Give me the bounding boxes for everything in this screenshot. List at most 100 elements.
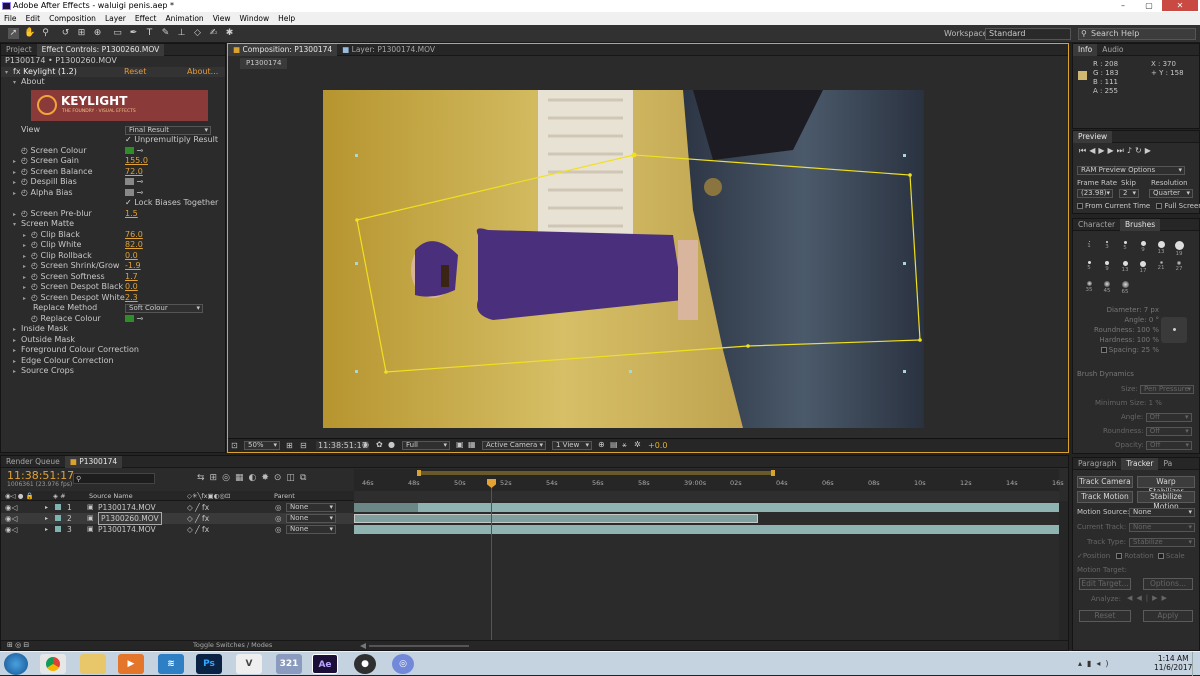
menu-effect[interactable]: Effect [135, 14, 157, 23]
source-name-header[interactable]: Source Name [89, 491, 133, 501]
rotation-checkbox[interactable] [1116, 553, 1123, 559]
shrink-value[interactable]: -1.9 [125, 261, 141, 272]
after-effects-taskbar-icon[interactable]: Ae [312, 654, 338, 674]
expand-icon[interactable]: ▸ [45, 513, 48, 524]
reset-track-button[interactable]: Reset [1079, 610, 1131, 622]
resolution-select[interactable]: Full [402, 441, 450, 450]
region-icon[interactable]: ▣ [456, 440, 464, 449]
brush-tip[interactable]: 5 [1117, 239, 1133, 258]
layer-row[interactable]: ◉◁ ▸ 2 ▣ P1300260.MOV ◇ ╱ fx ◎ None [1, 512, 354, 525]
calendar-icon[interactable]: 321 [276, 654, 302, 674]
stopwatch-icon[interactable]: ◴ [21, 167, 28, 176]
parent-select[interactable]: None [286, 525, 336, 534]
clone-stamp-tool-icon[interactable]: ⊥ [176, 28, 187, 39]
menu-view[interactable]: View [213, 14, 231, 23]
fast-preview-icon[interactable]: ⊕ [598, 440, 605, 449]
options-button[interactable]: Options... [1143, 578, 1193, 590]
warp-stabilizer-button[interactable]: Warp Stabilizer [1137, 476, 1195, 496]
comp-flowchart-tab[interactable]: P1300174 [240, 58, 288, 69]
timeline-scrollbar[interactable] [1059, 501, 1068, 641]
stopwatch-icon[interactable]: ◴ [31, 282, 38, 291]
stopwatch-icon[interactable]: ◴ [31, 272, 38, 281]
views-select[interactable]: 1 View [552, 441, 592, 450]
layer-switches[interactable]: ◇ ╱ fx [187, 524, 209, 535]
layer-name[interactable]: P1300174.MOV [98, 524, 156, 535]
first-frame-icon[interactable]: ⏮ [1079, 146, 1089, 155]
skip-select[interactable]: 2 [1119, 189, 1139, 198]
menu-layer[interactable]: Layer [105, 14, 126, 23]
toggle-switches-button[interactable]: Toggle Switches / Modes [193, 641, 272, 649]
eyedropper-icon[interactable]: ⊸ [137, 177, 144, 186]
clock-time[interactable]: 1:14 AM [1154, 654, 1192, 663]
grid-icon[interactable]: ⊟ [300, 441, 307, 450]
vegas-icon[interactable]: V [236, 654, 262, 674]
mask-path[interactable] [356, 154, 921, 373]
unpremultiply-checkbox[interactable]: Unpremultiply Result [134, 135, 218, 144]
type-tool-icon[interactable]: T [144, 28, 155, 39]
layer-row[interactable]: ◉◁ ▸ 1 ▣ P1300174.MOV ◇ ╱ fx ◎ None [1, 502, 354, 513]
pan-behind-tool-icon[interactable]: ⊕ [92, 28, 103, 39]
menu-composition[interactable]: Composition [49, 14, 96, 23]
stopwatch-icon[interactable]: ◴ [21, 146, 28, 155]
roundness-dyn-select[interactable]: Off [1145, 427, 1192, 436]
eyedropper-icon[interactable]: ⊸ [137, 188, 144, 197]
layer-switches[interactable]: ◇ ╱ fx [187, 513, 209, 524]
menu-file[interactable]: File [4, 14, 17, 23]
work-area-end[interactable] [771, 470, 775, 476]
selection-tool-icon[interactable]: ➚ [8, 28, 19, 39]
brush-tip[interactable]: 1 [1081, 239, 1097, 258]
screen-gain-value[interactable]: 155.0 [125, 156, 148, 167]
always-preview-icon[interactable]: ⊡ [231, 441, 238, 450]
work-area-start[interactable] [417, 470, 421, 476]
roto-brush-tool-icon[interactable]: ✍ [208, 28, 219, 39]
zoom-tool-icon[interactable]: ⚲ [40, 28, 51, 39]
frame-blending-icon[interactable]: ▦ [235, 473, 249, 483]
parent-header[interactable]: Parent [274, 491, 295, 501]
view-select[interactable]: Final Result [125, 125, 211, 135]
channel-icon[interactable]: ● [388, 440, 395, 449]
maximize-button[interactable]: ▢ [1136, 0, 1162, 11]
track-camera-button[interactable]: Track Camera [1077, 476, 1133, 488]
about-group[interactable]: ▾ About [1, 77, 225, 88]
puppet-tool-icon[interactable]: ✱ [224, 28, 235, 39]
label-color[interactable] [55, 504, 61, 510]
graph-toggle-icon[interactable]: ⧉ [300, 473, 311, 483]
zoom-out-icon[interactable] [360, 643, 366, 649]
replace-method-select[interactable]: Soft Colour [125, 304, 203, 313]
from-current-checkbox[interactable] [1077, 203, 1083, 209]
lock-biases-checkbox[interactable]: Lock Biases Together [134, 198, 218, 207]
comp-viewer[interactable] [323, 90, 924, 428]
tab-audio[interactable]: Audio [1097, 44, 1128, 56]
reset-link[interactable]: Reset [124, 67, 146, 78]
layer-row[interactable]: ◉◁ ▸ 3 ▣ P1300174.MOV ◇ ╱ fx ◎ None [1, 524, 354, 535]
pickwhip-icon[interactable]: ◎ [275, 524, 282, 535]
brush-tip[interactable]: 21 [1153, 259, 1169, 278]
tab-effect-controls[interactable]: Effect Controls: P1300260.MOV [36, 43, 165, 56]
loop-icon[interactable]: ↻ [1135, 146, 1145, 155]
label-color[interactable] [55, 515, 61, 521]
analyze-buttons[interactable]: ◀◀|▶▶ [1127, 594, 1171, 602]
ram-preview-select[interactable]: RAM Preview Options [1077, 166, 1185, 175]
tab-character[interactable]: Character [1073, 219, 1120, 231]
brush-tip[interactable]: 19 [1171, 239, 1187, 258]
outside-mask-group[interactable]: ▸ Outside Mask [1, 335, 225, 346]
stopwatch-icon[interactable]: ◴ [31, 251, 38, 260]
workspace-select[interactable]: Standard [985, 28, 1071, 40]
timeline-search-input[interactable]: ⚲ [73, 473, 155, 484]
layer-3-bar[interactable] [354, 525, 1059, 534]
track-type-select[interactable]: Stabilize [1129, 538, 1195, 547]
brush-tip[interactable]: 65 [1117, 279, 1133, 298]
despill-bias-swatch[interactable] [125, 178, 134, 185]
screen-colour-swatch[interactable] [125, 146, 134, 154]
pen-tool-icon[interactable]: ✒ [128, 28, 139, 39]
layer-2-bar[interactable] [354, 514, 758, 523]
brush-tip[interactable]: 3 [1099, 239, 1115, 258]
layer-1-bar[interactable] [354, 503, 1059, 512]
pickwhip-icon[interactable]: ◎ [275, 513, 282, 524]
tab-info[interactable]: Info [1073, 43, 1098, 56]
transparency-grid-icon[interactable]: ▦ [468, 440, 476, 449]
pickwhip-icon[interactable]: ◎ [275, 502, 282, 513]
brush-tip[interactable]: 9 [1099, 259, 1115, 278]
despot-black-value[interactable]: 0.0 [125, 282, 138, 293]
stabilize-motion-button[interactable]: Stabilize Motion [1137, 491, 1195, 511]
